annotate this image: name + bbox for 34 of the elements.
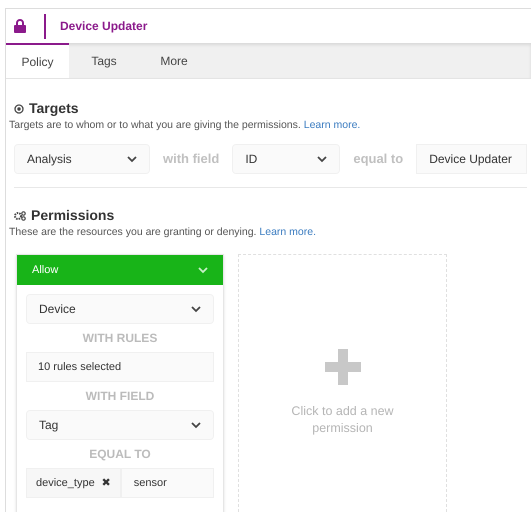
chevron-down-icon xyxy=(317,156,328,163)
with-field-label: with field xyxy=(163,150,220,168)
learn-more-link[interactable]: Learn more. xyxy=(259,226,316,238)
field-select[interactable]: Tag xyxy=(26,410,214,440)
learn-more-link[interactable]: Learn more. xyxy=(304,119,360,131)
remove-tag-button[interactable]: ✖ xyxy=(102,475,111,492)
resource-select[interactable]: Device xyxy=(26,294,214,324)
equal-to-label: equal to xyxy=(353,150,404,168)
section-description: These are the resources you are granting or denying. Learn more. xyxy=(9,226,318,240)
target-type-select[interactable]: Analysis xyxy=(14,144,150,174)
rules-field[interactable]: 10 rules selected xyxy=(26,352,214,382)
section-heading: Permissions xyxy=(31,206,114,226)
tab[interactable]: Tags xyxy=(69,43,139,78)
target-icon xyxy=(14,104,24,114)
field-label: WITH FIELD xyxy=(84,388,156,406)
value-field[interactable]: Device Updater xyxy=(416,144,527,174)
tab[interactable]: More xyxy=(139,43,209,78)
equal-to-label: EQUAL TO xyxy=(88,446,152,464)
tag-value-field[interactable]: sensor xyxy=(120,468,214,498)
gears-icon xyxy=(14,210,26,221)
chevron-down-icon xyxy=(198,266,208,274)
tag-key: device_type xyxy=(36,475,95,492)
lock-icon xyxy=(14,19,26,33)
chevron-down-icon xyxy=(127,156,137,163)
section-description: Targets are to whom or to what you are giving the permissions. Learn more. xyxy=(9,119,362,132)
tag-key-field[interactable]: device_type ✖ xyxy=(26,468,121,498)
chevron-down-icon xyxy=(191,422,201,429)
tab[interactable]: Policy xyxy=(6,43,69,78)
field-select[interactable]: ID xyxy=(232,144,340,174)
chevron-down-icon xyxy=(191,306,201,313)
section-heading: Targets xyxy=(29,99,79,118)
rules-label: WITH RULES xyxy=(82,330,158,348)
header-title: Device Updater xyxy=(60,18,148,35)
plus-icon xyxy=(324,348,360,385)
